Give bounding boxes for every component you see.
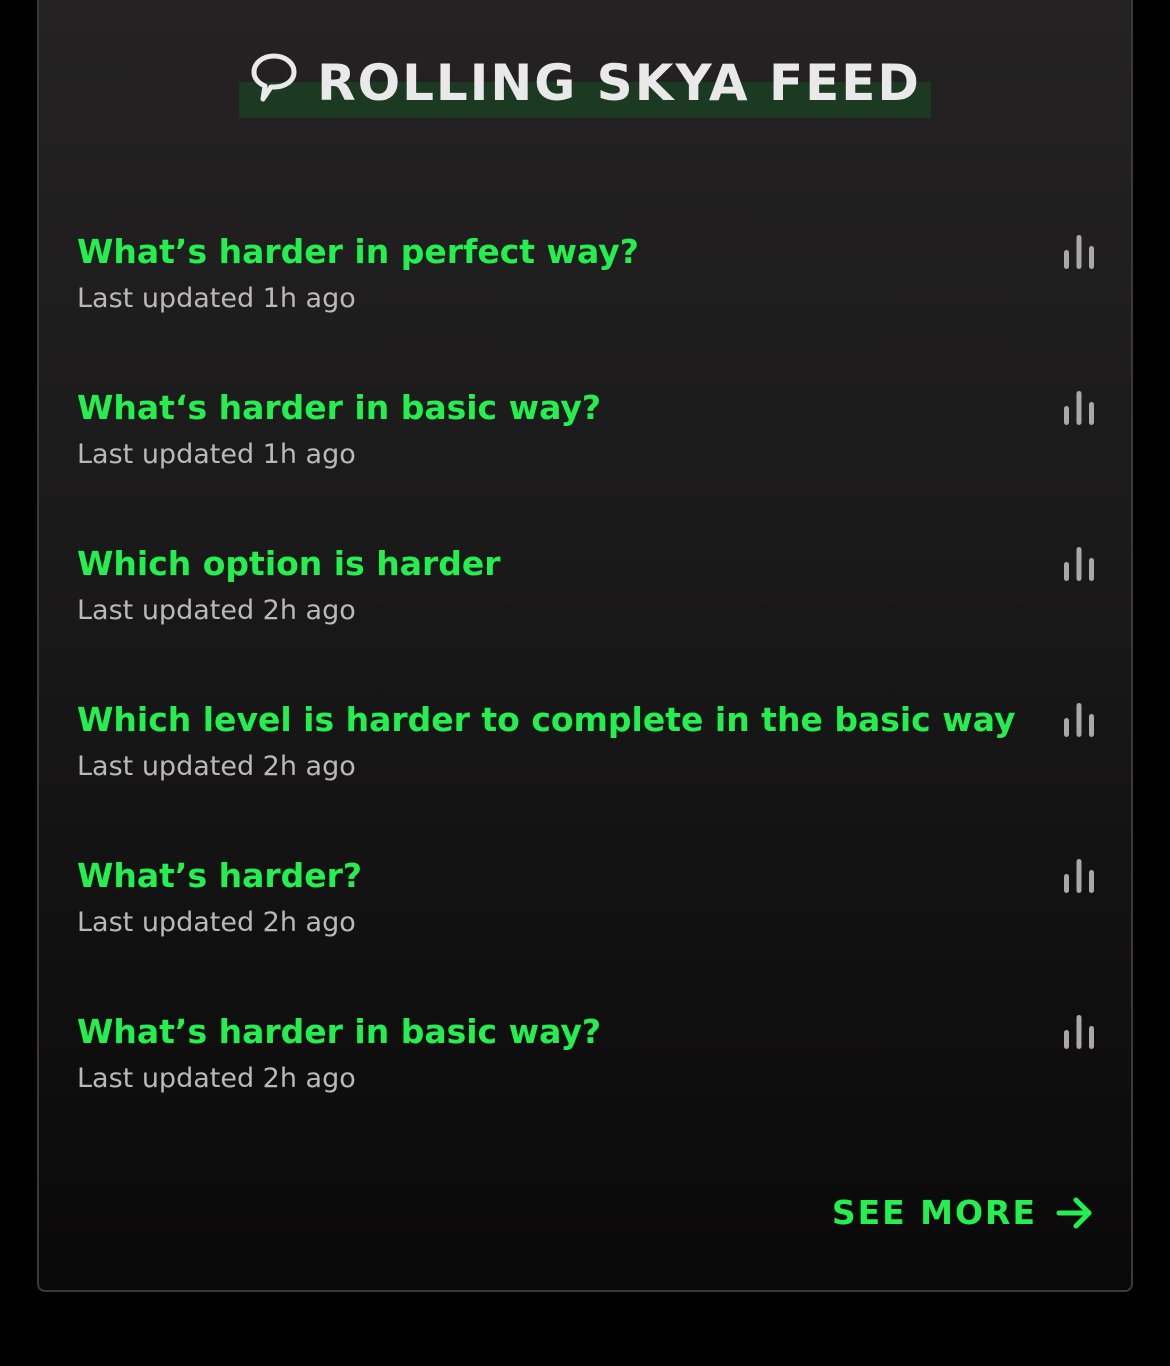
feed-item[interactable]: What’s harder in basic way? Last updated… [77, 1008, 1097, 1164]
feed-item-title[interactable]: What’s harder in perfect way? [77, 228, 1097, 276]
feed-item-title[interactable]: What’s harder in basic way? [77, 1008, 1097, 1056]
feed-panel: ROLLING SKYA FEED What’s harder in perfe… [37, 0, 1133, 1292]
feed-item-title[interactable]: What‘s harder in basic way? [77, 384, 1097, 432]
feed-item-updated: Last updated 2h ago [77, 595, 356, 626]
see-more-link[interactable]: SEE MORE [832, 1193, 1095, 1232]
feed-header-group: ROLLING SKYA FEED [239, 48, 931, 128]
feed-item-updated: Last updated 2h ago [77, 907, 356, 938]
feed-item[interactable]: What‘s harder in basic way? Last updated… [77, 384, 1097, 540]
feed-item[interactable]: What’s harder in perfect way? Last updat… [77, 228, 1097, 384]
speech-bubble-icon [251, 53, 297, 102]
bar-chart-icon[interactable] [1061, 389, 1097, 427]
feed-item-updated: Last updated 1h ago [77, 439, 356, 470]
feed-item[interactable]: Which option is harder Last updated 2h a… [77, 540, 1097, 696]
bar-chart-icon[interactable] [1061, 1013, 1097, 1051]
bar-chart-icon[interactable] [1061, 233, 1097, 271]
feed-header: ROLLING SKYA FEED [39, 48, 1131, 128]
feed-title: ROLLING SKYA FEED [317, 54, 921, 112]
feed-item[interactable]: Which level is harder to complete in the… [77, 696, 1097, 852]
see-more-label: SEE MORE [831, 1193, 1037, 1232]
feed-item-title[interactable]: Which level is harder to complete in the… [77, 696, 1097, 744]
bar-chart-icon[interactable] [1061, 701, 1097, 739]
feed-item-title[interactable]: Which option is harder [77, 540, 1097, 588]
feed-item[interactable]: What’s harder? Last updated 2h ago [77, 852, 1097, 1008]
bar-chart-icon[interactable] [1061, 545, 1097, 583]
feed-item-updated: Last updated 2h ago [77, 751, 356, 782]
feed-item-updated: Last updated 1h ago [77, 283, 356, 314]
feed-list: What’s harder in perfect way? Last updat… [77, 228, 1097, 1164]
bar-chart-icon[interactable] [1061, 857, 1097, 895]
feed-item-updated: Last updated 2h ago [77, 1063, 356, 1094]
arrow-right-icon [1056, 1197, 1092, 1228]
feed-item-title[interactable]: What’s harder? [77, 852, 1097, 900]
